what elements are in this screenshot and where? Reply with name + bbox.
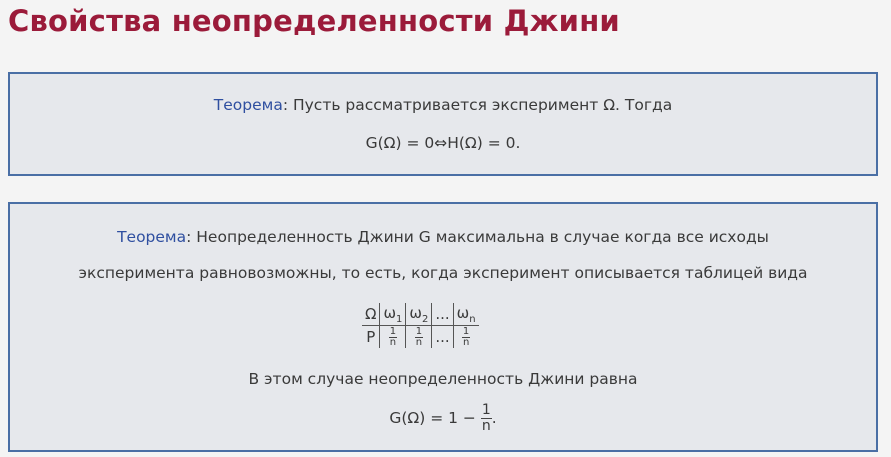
slide-title: Свойства неопределенности Джини [8, 4, 620, 38]
formula-fraction: 1n [480, 402, 492, 434]
table-label-p: P [366, 328, 376, 346]
theorem-1-keyword: Теорема [213, 96, 283, 114]
theorem-box-1: Теорема: Пусть рассматривается экспериме… [8, 72, 878, 176]
distribution-table: Ω ω1 ω2 ... ωn P 1n 1n ... 1n [362, 303, 479, 348]
theorem-2-keyword: Теорема [117, 228, 187, 246]
theorem-2-formula: G(Ω) = 1 − 1n. [389, 402, 497, 434]
table-cell-prob-ellipsis: ... [431, 325, 454, 348]
theorem-1-formula: G(Ω) = 0⇔H(Ω) = 0. [365, 134, 521, 152]
distribution-table-probability-row: P 1n 1n ... 1n [362, 325, 479, 348]
table-cell-omega-n: ωn [452, 303, 479, 326]
theorem-2-text-line1: : Неопределенность Джини G максимальна в… [186, 228, 769, 246]
table-label-omega: Ω [362, 303, 380, 326]
theorem-2-text-line2: эксперимента равновозможны, то есть, ког… [78, 264, 808, 282]
table-cell-prob-1: 1n [379, 325, 406, 348]
table-cell-prob-n: 1n [452, 325, 479, 348]
theorem-1-text: : Пусть рассматривается эксперимент Ω. Т… [282, 96, 673, 114]
table-cell-omega-1: ω1 [379, 303, 406, 326]
theorem-2-statement: Теорема: Неопределенность Джини G максим… [10, 228, 876, 246]
theorem-2-text-line4: В этом случае неопределенность Джини рав… [248, 370, 638, 388]
distribution-table-outcomes-row: Ω ω1 ω2 ... ωn [362, 303, 479, 326]
table-cell-prob-2: 1n [405, 325, 432, 348]
table-cell-omega-2: ω2 [405, 303, 432, 326]
theorem-1-statement: Теорема: Пусть рассматривается экспериме… [10, 96, 876, 114]
table-cell-ellipsis: ... [431, 303, 454, 326]
theorem-box-2: Теорема: Неопределенность Джини G максим… [8, 202, 878, 452]
